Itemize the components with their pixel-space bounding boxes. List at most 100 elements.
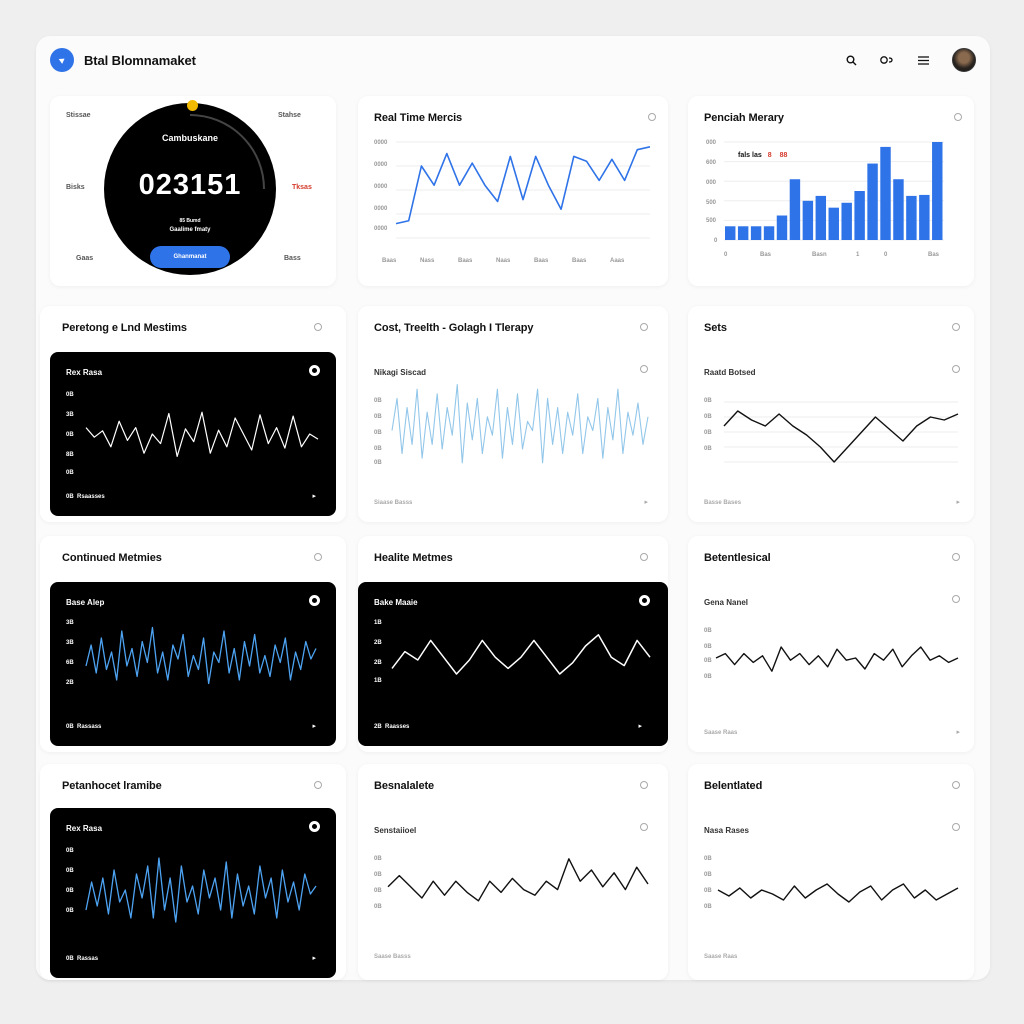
betentle-panel-label: Gena Nanel bbox=[704, 598, 749, 607]
bar[interactable] bbox=[932, 142, 943, 240]
expand-icon[interactable]: ▸ bbox=[644, 498, 648, 506]
search-icon[interactable] bbox=[844, 53, 858, 67]
beleni-line-chart bbox=[717, 883, 959, 903]
betentle-card: Betentlesical Gena Nanel 0B 0B 0B 0B Saa… bbox=[688, 536, 974, 752]
bar[interactable] bbox=[802, 200, 814, 240]
bar[interactable] bbox=[763, 226, 775, 240]
panel-toggle[interactable] bbox=[952, 595, 960, 603]
bar[interactable] bbox=[725, 226, 736, 240]
bar[interactable] bbox=[854, 191, 865, 240]
info-icon[interactable] bbox=[952, 323, 960, 331]
besninte-title: Besnalalete bbox=[374, 780, 435, 792]
series-line bbox=[85, 626, 317, 685]
bar[interactable] bbox=[737, 226, 749, 240]
axis-label: Naas bbox=[496, 258, 511, 264]
pertong-line-chart bbox=[85, 411, 319, 458]
expand-icon[interactable]: ▸ bbox=[956, 498, 960, 506]
info-icon[interactable] bbox=[314, 553, 322, 561]
beleni-panel: Nasa Rases 0B 0B 0B 0B Saase Raas bbox=[688, 810, 974, 980]
axis-label: Bas bbox=[928, 252, 940, 258]
bar[interactable] bbox=[815, 195, 827, 240]
series-line bbox=[715, 646, 959, 672]
y-label: 0B bbox=[704, 904, 712, 910]
series-line bbox=[85, 857, 317, 923]
gauge-knob[interactable] bbox=[187, 100, 198, 111]
expand-icon[interactable]: ▸ bbox=[956, 728, 960, 736]
foot-text: Rsaasses bbox=[77, 494, 105, 500]
panel-toggle[interactable] bbox=[952, 365, 960, 373]
bar[interactable] bbox=[841, 202, 852, 240]
info-icon[interactable] bbox=[648, 113, 656, 121]
info-icon[interactable] bbox=[952, 781, 960, 789]
app-title: Btal Blomnamaket bbox=[84, 52, 196, 68]
panel-footer: Siaase Basss bbox=[374, 500, 413, 506]
info-icon[interactable] bbox=[640, 781, 648, 789]
logo-icon[interactable] bbox=[50, 48, 74, 72]
panel-toggle[interactable] bbox=[309, 595, 320, 606]
gauge-label-bottom-right: Bass bbox=[284, 255, 301, 262]
axis-label: 0000 bbox=[374, 206, 388, 212]
y-label: 0B bbox=[704, 644, 712, 650]
axis-label: 0000 bbox=[374, 162, 388, 168]
y-label: 0B bbox=[704, 856, 712, 862]
expand-icon[interactable]: ▸ bbox=[312, 954, 316, 962]
panel-toggle[interactable] bbox=[640, 823, 648, 831]
panel-toggle[interactable] bbox=[639, 595, 650, 606]
menu-icon[interactable] bbox=[916, 53, 930, 67]
panel-toggle[interactable] bbox=[309, 365, 320, 376]
panel-toggle[interactable] bbox=[952, 823, 960, 831]
cost-card: Cost, Treelth - Golagh I Tlerapy Nikagi … bbox=[358, 306, 668, 522]
y-label: 0B bbox=[66, 888, 74, 894]
panel-toggle[interactable] bbox=[640, 365, 648, 373]
axis-label: 0000 bbox=[374, 140, 388, 146]
healite-panel: Bake Maaie 1B 2B 2B 1B 2B Raasses ▸ bbox=[358, 582, 668, 746]
avatar[interactable] bbox=[952, 48, 976, 72]
info-icon[interactable] bbox=[314, 781, 322, 789]
bar[interactable] bbox=[828, 207, 839, 240]
penciah-bar-chart bbox=[724, 141, 944, 241]
axis-label: Nass bbox=[420, 258, 435, 264]
gauge-title: Cambuskane bbox=[161, 133, 219, 143]
foot-num: 0B bbox=[66, 956, 74, 962]
expand-icon[interactable]: ▸ bbox=[312, 492, 316, 500]
info-icon[interactable] bbox=[952, 553, 960, 561]
gauge-label-top-left: Stissae bbox=[66, 112, 91, 119]
continued-panel: Base Alep 3B 3B 6B 2B 0B Rassass ▸ bbox=[50, 582, 336, 746]
healite-panel-label: Bake Maaie bbox=[374, 598, 418, 607]
settings-icon[interactable] bbox=[880, 53, 894, 67]
expand-icon[interactable]: ▸ bbox=[312, 722, 316, 730]
bar[interactable] bbox=[893, 179, 904, 240]
bar[interactable] bbox=[880, 146, 891, 240]
panel-footer: Saase Raas bbox=[704, 954, 738, 960]
betentle-title: Betentlesical bbox=[704, 552, 771, 564]
axis-label: Baas bbox=[572, 258, 587, 264]
y-label: 0B bbox=[66, 848, 74, 854]
expand-icon[interactable]: ▸ bbox=[638, 722, 642, 730]
bar[interactable] bbox=[919, 194, 930, 240]
info-icon[interactable] bbox=[640, 553, 648, 561]
bar[interactable] bbox=[750, 226, 762, 240]
y-label: 0B bbox=[704, 414, 712, 420]
panel-toggle[interactable] bbox=[309, 821, 320, 832]
bar[interactable] bbox=[789, 179, 801, 240]
series-line bbox=[395, 146, 651, 225]
continued-title: Continued Metmies bbox=[62, 552, 162, 564]
gauge-button[interactable]: Ghanmanat bbox=[150, 246, 230, 268]
healite-line-chart bbox=[391, 634, 651, 675]
bar[interactable] bbox=[906, 195, 917, 240]
y-label: 0B bbox=[704, 872, 712, 878]
bar[interactable] bbox=[867, 163, 878, 240]
panel-footer: Basse Bases bbox=[704, 500, 742, 506]
axis-label: Basn bbox=[812, 252, 827, 258]
y-label: 0B bbox=[66, 868, 74, 874]
y-label: 0B bbox=[374, 414, 382, 420]
y-label: 0B bbox=[704, 446, 712, 452]
info-icon[interactable] bbox=[640, 323, 648, 331]
cost-title: Cost, Treelth - Golagh I Tlerapy bbox=[374, 322, 534, 334]
continued-panel-label: Base Alep bbox=[66, 598, 105, 607]
info-icon[interactable] bbox=[954, 113, 962, 121]
info-icon[interactable] bbox=[314, 323, 322, 331]
axis-label: Baas bbox=[458, 258, 473, 264]
series-line bbox=[723, 410, 959, 463]
bar[interactable] bbox=[776, 215, 788, 241]
